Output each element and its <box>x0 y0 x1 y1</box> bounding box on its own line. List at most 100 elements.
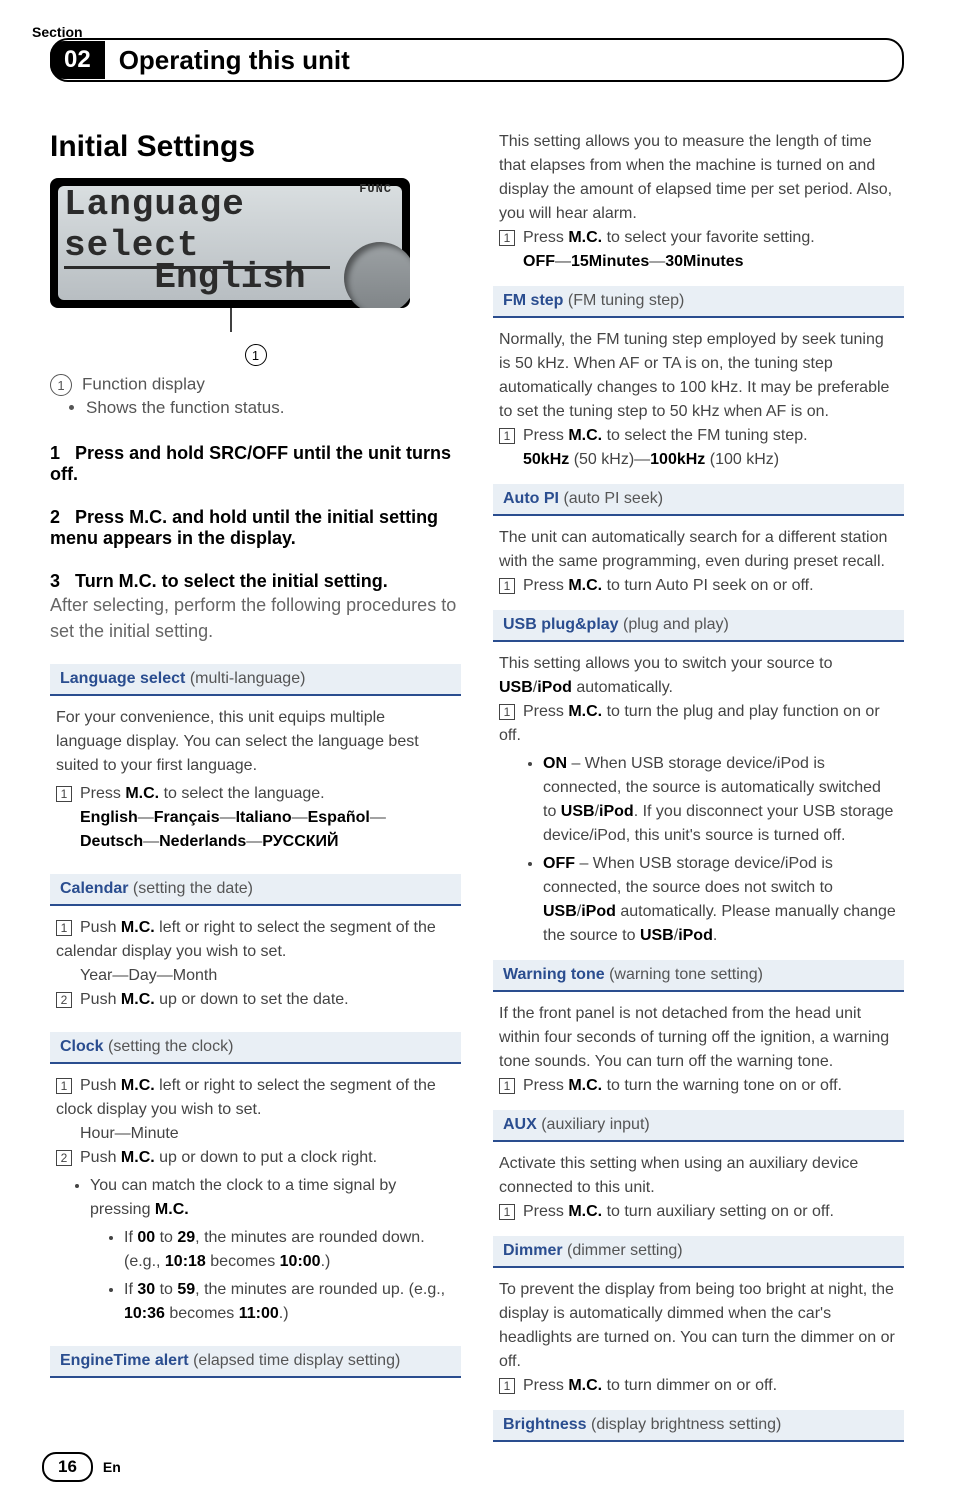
text: You can match the clock to a time signal… <box>90 1177 396 1218</box>
usbpp-head: USB plug&play (plug and play) <box>493 610 904 642</box>
val: 00 <box>137 1229 155 1246</box>
brightness-subtitle: (display brightness setting) <box>587 1416 782 1433</box>
lcd-line-2: English <box>50 257 410 298</box>
mc-label: M.C. <box>568 1077 602 1094</box>
text: to <box>155 1229 177 1246</box>
language-select-desc: For your convenience, this unit equips m… <box>56 706 455 778</box>
dimmer-block: Dimmer (dimmer setting) To prevent the d… <box>493 1236 904 1398</box>
page-number: 16 <box>42 1452 93 1482</box>
list-item: You can match the clock to a time signal… <box>90 1174 455 1326</box>
clock-subtitle: (setting the clock) <box>104 1038 234 1055</box>
list-number-1: 1 <box>499 230 515 246</box>
text: Push <box>80 991 121 1008</box>
aux-block: AUX (auxiliary input) Activate this sett… <box>493 1110 904 1224</box>
text: If <box>124 1229 137 1246</box>
language-select-head: Language select (multi-language) <box>50 664 461 696</box>
mc-label: M.C. <box>121 1149 155 1166</box>
page-title: Initial Settings <box>50 130 461 164</box>
warntone-head: Warning tone (warning tone setting) <box>493 960 904 992</box>
warntone-subtitle: (warning tone setting) <box>605 966 763 983</box>
section-number: 02 <box>50 41 105 79</box>
opt: English <box>80 809 138 826</box>
lcd-figure: FUNC Language select English 1 <box>50 178 461 366</box>
clock-head: Clock (setting the clock) <box>50 1032 461 1064</box>
usb-label: USB <box>640 927 674 944</box>
aux-title: AUX <box>503 1116 537 1133</box>
dimmer-title: Dimmer <box>503 1242 563 1259</box>
aux-head: AUX (auxiliary input) <box>493 1110 904 1142</box>
text: If <box>124 1281 137 1298</box>
text: Press <box>523 703 568 720</box>
mc-label: M.C. <box>125 785 159 802</box>
usbpp-body: This setting allows you to switch your s… <box>493 642 904 948</box>
mc-label: M.C. <box>121 991 155 1008</box>
opt: Nederlands <box>159 833 246 850</box>
step-3: 3 Turn M.C. to select the initial settin… <box>50 571 461 592</box>
opt: Italiano <box>236 809 292 826</box>
text: Push <box>80 1077 121 1094</box>
lcd-screen: FUNC Language select English <box>50 178 410 308</box>
calendar-block: Calendar (setting the date) 1Push M.C. l… <box>50 874 461 1012</box>
val: 10:36 <box>124 1305 165 1322</box>
list-number-1: 1 <box>499 428 515 444</box>
ipod-label: iPod <box>581 903 616 920</box>
dimmer-subtitle: (dimmer setting) <box>563 1242 683 1259</box>
val: 30 <box>137 1281 155 1298</box>
fmstep-subtitle: (FM tuning step) <box>563 292 684 309</box>
sep: — <box>292 809 308 826</box>
list-item: OFF – When USB storage device/iPod is co… <box>543 852 898 948</box>
text: Press <box>523 229 568 246</box>
function-display-label: 1Function display <box>50 374 461 396</box>
val: 10:00 <box>280 1253 321 1270</box>
list-item: If 30 to 59, the minutes are rounded up.… <box>124 1278 455 1326</box>
text: .) <box>321 1253 331 1270</box>
function-display-number: 1 <box>50 374 72 396</box>
autopi-block: Auto PI (auto PI seek) The unit can auto… <box>493 484 904 598</box>
text: to turn dimmer on or off. <box>602 1377 777 1394</box>
sep: — <box>220 809 236 826</box>
text: becomes <box>206 1253 280 1270</box>
sep: — <box>649 253 665 270</box>
mc-label: M.C. <box>568 577 602 594</box>
autopi-head: Auto PI (auto PI seek) <box>493 484 904 516</box>
text: to turn the warning tone on or off. <box>602 1077 842 1094</box>
opt: 30Minutes <box>665 253 743 270</box>
calendar-title: Calendar <box>60 880 128 897</box>
usbpp-subtitle: (plug and play) <box>619 616 729 633</box>
text: to select your favorite setting. <box>602 229 815 246</box>
usb-label: USB <box>543 903 577 920</box>
section-header: 02 Operating this unit <box>50 38 904 82</box>
clock-match-list: You can match the clock to a time signal… <box>56 1174 455 1326</box>
calendar-ydm: Year—Day—Month <box>80 964 455 988</box>
sep: — <box>138 809 154 826</box>
calendar-body: 1Push M.C. left or right to select the s… <box>50 906 461 1012</box>
text: Press <box>523 427 568 444</box>
text: to <box>155 1281 177 1298</box>
list-number-1: 1 <box>499 704 515 720</box>
mc-label: M.C. <box>568 703 602 720</box>
warntone-para: If the front panel is not detached from … <box>499 1002 898 1074</box>
usb-label: USB <box>561 803 595 820</box>
opt: Deutsch <box>80 833 143 850</box>
text: , the minutes are rounded up. (e.g., <box>195 1281 445 1298</box>
clock-title: Clock <box>60 1038 104 1055</box>
step-2: 2 Press M.C. and hold until the initial … <box>50 507 461 549</box>
step-1-text: Press and hold SRC/OFF until the unit tu… <box>50 443 451 484</box>
function-display-bullets: Shows the function status. <box>50 396 461 421</box>
text: This setting allows you to switch your s… <box>499 655 832 672</box>
left-column: Initial Settings FUNC Language select En… <box>50 130 461 1442</box>
dimmer-head: Dimmer (dimmer setting) <box>493 1236 904 1268</box>
text: .) <box>279 1305 289 1322</box>
opt: 15Minutes <box>571 253 649 270</box>
fmstep-block: FM step (FM tuning step) Normally, the F… <box>493 286 904 472</box>
mc-label: M.C. <box>121 1077 155 1094</box>
step-3-text: Turn M.C. to select the initial setting. <box>75 571 388 591</box>
opt: 100kHz <box>650 451 705 468</box>
autopi-body: The unit can automatically search for a … <box>493 516 904 598</box>
clock-hm: Hour—Minute <box>80 1122 455 1146</box>
list-number-1: 1 <box>56 920 72 936</box>
opt: 50kHz <box>523 451 569 468</box>
sep: — <box>555 253 571 270</box>
sep: — <box>143 833 159 850</box>
page-language: En <box>103 1459 121 1475</box>
